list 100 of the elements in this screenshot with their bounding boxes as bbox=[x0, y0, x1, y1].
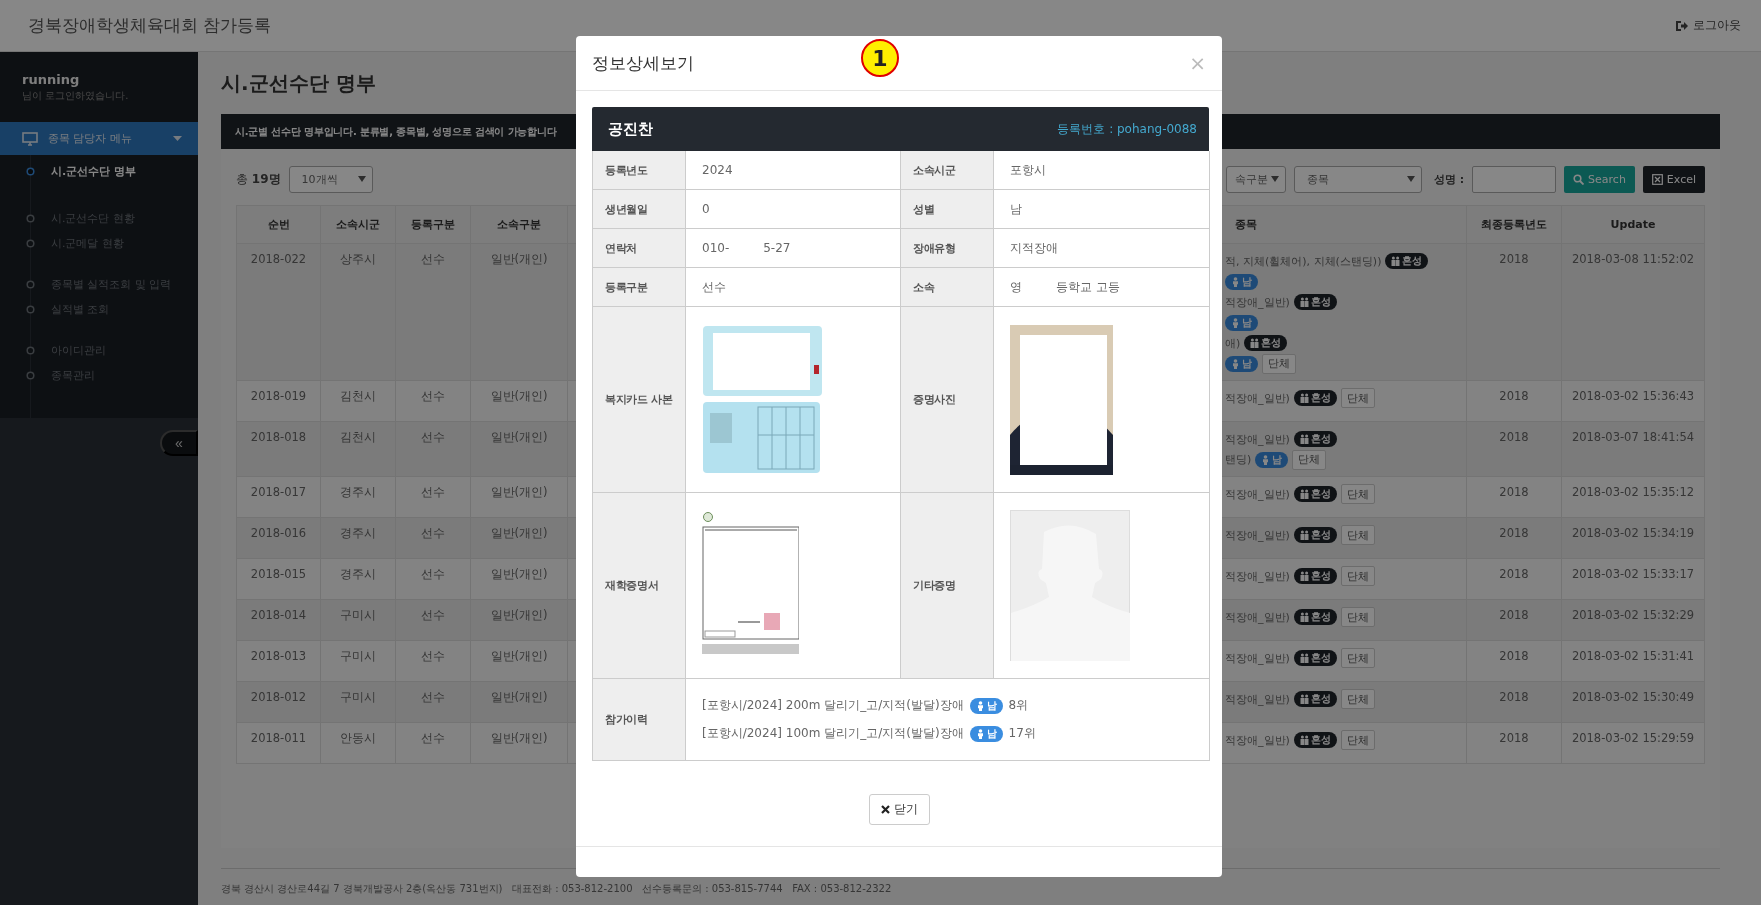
badge-label: 혼성 bbox=[1402, 254, 1423, 269]
field-value: 010- 5-27 bbox=[686, 229, 901, 268]
event-text: 적장애_일반) bbox=[1225, 486, 1290, 502]
name-label: 성명 : bbox=[1433, 171, 1465, 187]
bullet-icon bbox=[26, 305, 35, 314]
badge-label: 혼성 bbox=[1261, 336, 1282, 351]
annotation-marker: 1 bbox=[861, 39, 899, 77]
table-cell: 2018-019 bbox=[236, 380, 321, 422]
table-cell: 2018-03-02 15:36:43 bbox=[1561, 380, 1705, 422]
table-cell: 선수 bbox=[395, 599, 471, 641]
badge-label: 남 bbox=[986, 726, 997, 741]
field-value: 선수 bbox=[686, 268, 901, 307]
close-button[interactable]: × bbox=[1189, 53, 1206, 73]
close-button[interactable]: 닫기 bbox=[868, 794, 930, 825]
people-icon bbox=[1299, 612, 1309, 623]
table-cell: 2018-03-08 11:52:02 bbox=[1561, 243, 1705, 381]
logout-icon bbox=[1675, 19, 1688, 32]
column-header: 등록구분 bbox=[395, 205, 471, 244]
people-icon bbox=[1391, 256, 1401, 267]
page-size-select[interactable]: 10개씩 bbox=[288, 165, 373, 193]
column-header: 최종등록년도 bbox=[1466, 205, 1562, 244]
table-cell: 일반(개인) bbox=[470, 380, 568, 422]
field-value: 영 등학교 고등 bbox=[994, 268, 1210, 307]
table-cell: 구미시 bbox=[320, 599, 396, 641]
people-icon bbox=[1250, 338, 1260, 349]
name-field[interactable] bbox=[1472, 165, 1557, 193]
table-cell: 2018-03-02 15:33:17 bbox=[1561, 558, 1705, 600]
people-icon bbox=[1299, 653, 1309, 664]
badge-label: 혼성 bbox=[1310, 391, 1331, 406]
badge-label: 혼성 bbox=[1310, 610, 1331, 625]
table-cell: 2018-03-02 15:34:19 bbox=[1561, 517, 1705, 559]
people-icon bbox=[1299, 297, 1309, 308]
spreadsheet-icon bbox=[1651, 173, 1663, 185]
filter-select[interactable]: 속구분 bbox=[1225, 165, 1286, 193]
table-cell: 일반(개인) bbox=[470, 517, 568, 559]
event-text: 애) bbox=[1225, 335, 1241, 351]
event-text: 적장애_일반) bbox=[1225, 609, 1290, 625]
caret-icon bbox=[1270, 176, 1279, 182]
modal-title: 정보상세보기 bbox=[592, 51, 694, 75]
people-icon bbox=[1299, 393, 1309, 404]
field-label: 생년월일 bbox=[593, 190, 686, 229]
table-cell: 선수 bbox=[395, 476, 471, 518]
table-cell: 2018 bbox=[1466, 243, 1562, 381]
table-cell: 2018 bbox=[1466, 722, 1562, 764]
table-cell: 안동시 bbox=[320, 722, 396, 764]
table-cell: 2018-018 bbox=[236, 421, 321, 477]
search-icon bbox=[1573, 173, 1585, 185]
field-value: 0 bbox=[686, 190, 901, 229]
event-text: 적, 지체(휠체어), 지체(스탠딩)) bbox=[1225, 253, 1382, 269]
people-icon bbox=[1299, 434, 1309, 445]
filter-select[interactable]: 종목 bbox=[1293, 165, 1422, 193]
event-text: 적장애_일반) bbox=[1225, 691, 1290, 707]
table-cell: 2018-017 bbox=[236, 476, 321, 518]
table-cell: 2018-014 bbox=[236, 599, 321, 641]
team-tag: 단체 bbox=[1340, 388, 1375, 409]
team-tag: 단체 bbox=[1262, 353, 1296, 374]
table-cell: 2018-013 bbox=[236, 640, 321, 682]
table-cell: 2018 bbox=[1466, 640, 1562, 682]
field-label: 재학증명서 bbox=[593, 493, 686, 679]
table-cell: 일반(개인) bbox=[470, 558, 568, 600]
field-value: 포항시 bbox=[994, 151, 1210, 190]
table-cell: 일반(개인) bbox=[470, 722, 568, 764]
menu-header[interactable]: 종목 담당자 메뉴 bbox=[0, 122, 198, 155]
field-label: 연락처 bbox=[593, 229, 686, 268]
field-label: 등록년도 bbox=[593, 151, 686, 190]
table-cell: 2018-03-02 15:32:29 bbox=[1561, 599, 1705, 641]
table-cell: 2018-03-02 15:31:41 bbox=[1561, 640, 1705, 682]
event-text: 적장애_일반) bbox=[1225, 431, 1290, 447]
bullet-icon bbox=[26, 167, 35, 176]
table-cell: 선수 bbox=[395, 722, 471, 764]
field-label: 소속 bbox=[901, 268, 994, 307]
caret-icon bbox=[1406, 176, 1415, 182]
history-text: [포항시/2024] 100m 달리기_고/지적(발달)장애 bbox=[702, 725, 964, 742]
menu-item[interactable]: 시.군선수단 명부 bbox=[26, 159, 198, 184]
people-icon bbox=[1299, 735, 1309, 746]
badge-label: 남 bbox=[1242, 274, 1252, 289]
table-cell: 2018 bbox=[1466, 380, 1562, 422]
person-icon bbox=[975, 728, 985, 739]
table-cell: 경주시 bbox=[320, 476, 396, 518]
badge-label: 혼성 bbox=[1310, 692, 1331, 707]
logout-link[interactable]: 로그아웃 bbox=[1675, 17, 1741, 34]
table-cell: 일반(개인) bbox=[470, 599, 568, 641]
table-cell: 2018-03-02 15:29:59 bbox=[1561, 722, 1705, 764]
page-title: 시.군선수단 명부 bbox=[221, 69, 376, 97]
total-count: 총 19명 bbox=[236, 170, 281, 188]
bullet-icon bbox=[26, 239, 35, 248]
table-cell: 선수 bbox=[395, 640, 471, 682]
field-value: 지적장애 bbox=[994, 229, 1210, 268]
table-cell: 일반(개인) bbox=[470, 243, 568, 381]
rank-text: 17위 bbox=[1008, 725, 1036, 742]
table-cell: 일반(개인) bbox=[470, 421, 568, 477]
search-button[interactable]: Search bbox=[1564, 165, 1635, 193]
collapse-button[interactable]: « bbox=[160, 430, 198, 456]
table-cell: 2018-016 bbox=[236, 517, 321, 559]
badge-label: 혼성 bbox=[1310, 487, 1331, 502]
table-cell: 구미시 bbox=[320, 681, 396, 723]
excel-button[interactable]: Excel bbox=[1642, 165, 1705, 193]
table-cell: 상주시 bbox=[320, 243, 396, 381]
person-icon bbox=[975, 700, 985, 711]
column-header: Update bbox=[1561, 205, 1705, 244]
